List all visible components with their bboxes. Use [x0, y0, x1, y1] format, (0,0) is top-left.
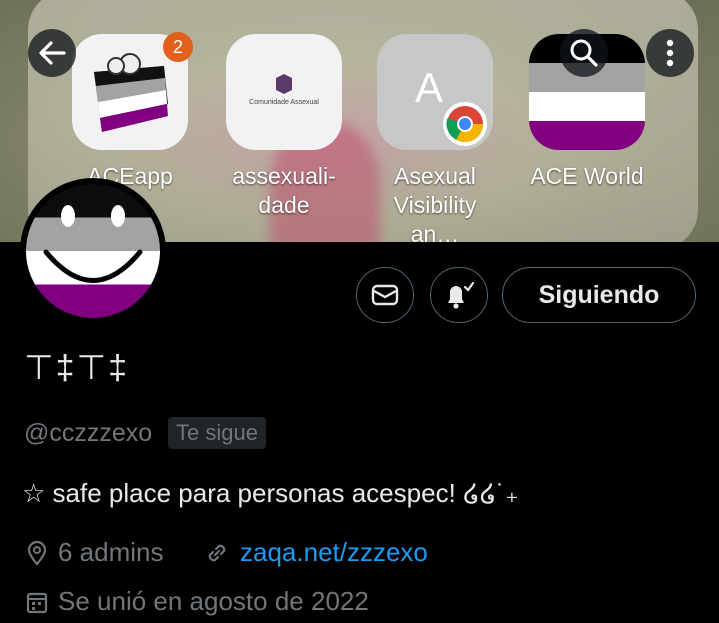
- link-icon: [204, 540, 230, 566]
- search-icon: [570, 39, 598, 67]
- app-asexual-visibility: A Asexual Visibility an…: [370, 34, 500, 242]
- tile-text: Comunidade Assexual: [249, 99, 319, 106]
- following-button[interactable]: Siguiendo: [502, 267, 696, 323]
- back-button[interactable]: [28, 29, 76, 77]
- app-label: Asexual Visibility an…: [393, 163, 477, 242]
- website-link[interactable]: zaqa.net/zzzexo: [240, 537, 428, 568]
- display-name: ⊤‡⊤‡: [24, 349, 130, 387]
- tile-letter: A: [415, 64, 444, 111]
- joined-item: Se unió en agosto de 2022: [26, 586, 369, 617]
- location-item: 6 admins: [26, 537, 164, 568]
- calendar-icon: [26, 590, 48, 614]
- joined-text: Se unió en agosto de 2022: [58, 586, 369, 616]
- username: @cczzzexo: [24, 419, 153, 447]
- location-text: 6 admins: [58, 537, 164, 567]
- arrow-left-icon: [39, 41, 66, 65]
- search-button[interactable]: [560, 29, 608, 77]
- location-pin-icon: [26, 540, 48, 566]
- notifications-button[interactable]: [430, 267, 488, 323]
- app-aceapp: 2 ACEapp: [65, 32, 195, 191]
- notification-badge: 2: [163, 32, 193, 62]
- bell-check-icon: [448, 281, 475, 309]
- app-label: assexuali- dade: [232, 163, 336, 218]
- envelope-icon: [371, 284, 399, 306]
- message-button[interactable]: [356, 267, 414, 323]
- follows-you-badge: Te sigue: [168, 417, 266, 449]
- app-label: ACE World: [530, 163, 644, 189]
- chrome-icon: [443, 102, 487, 146]
- comunidade-icon: Comunidade Assexual: [226, 34, 342, 150]
- chrome-shortcut-icon: A: [377, 34, 493, 150]
- website-item[interactable]: zaqa.net/zzzexo: [204, 537, 428, 568]
- app-assexualidade: Comunidade Assexual assexuali- dade: [219, 34, 349, 220]
- more-options-button[interactable]: [646, 29, 694, 77]
- smiley-avatar-image: [26, 184, 160, 318]
- avatar[interactable]: [20, 178, 166, 324]
- bio: ☆ safe place para personas acespec! ໒໒˙₊: [22, 478, 519, 508]
- more-vertical-icon: [666, 39, 674, 67]
